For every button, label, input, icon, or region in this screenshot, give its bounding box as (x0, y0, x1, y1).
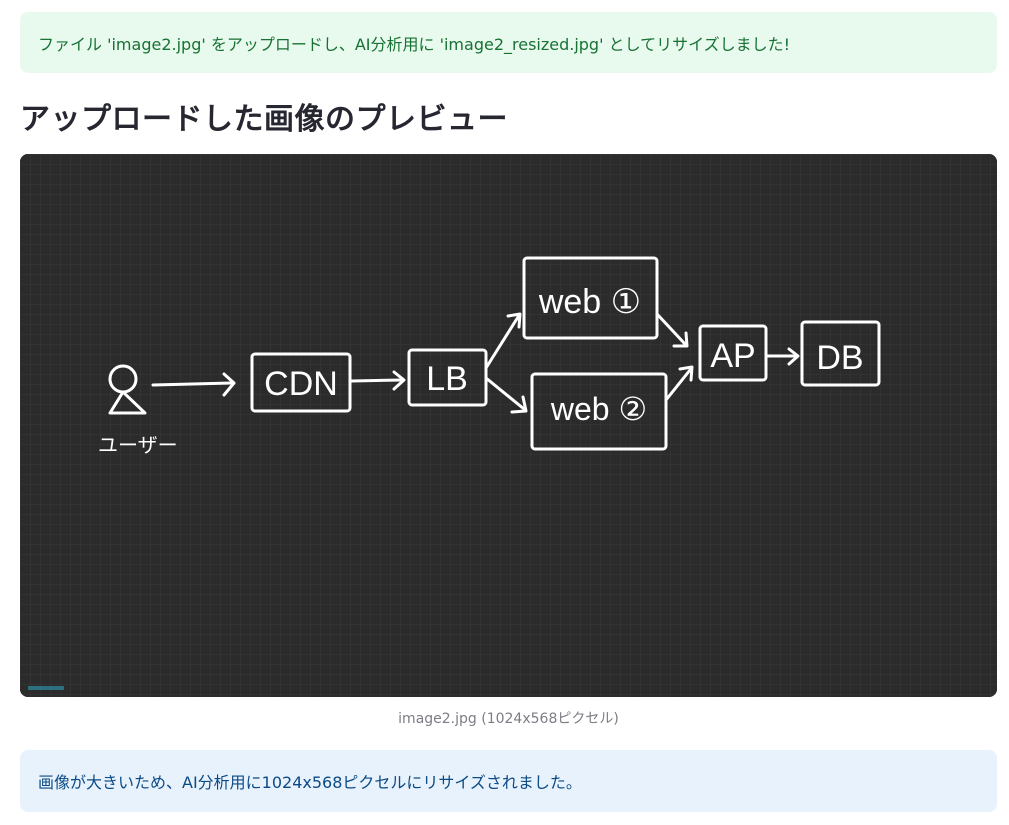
web2-label: web ② (550, 391, 647, 427)
web1-label: web ① (538, 283, 641, 321)
success-alert: ファイル 'image2.jpg' をアップロードし、AI分析用に 'image… (20, 12, 997, 73)
db-label: DB (816, 339, 863, 377)
info-message: 画像が大きいため、AI分析用に1024x568ピクセルにリサイズされました。 (38, 773, 582, 792)
watermark-mark (28, 686, 64, 690)
success-message: ファイル 'image2.jpg' をアップロードし、AI分析用に 'image… (38, 34, 791, 54)
image-preview: ユーザー CDN LB web ① web ② AP DB (20, 154, 997, 697)
page-title: アップロードした画像のプレビュー (20, 102, 508, 137)
whiteboard-drawing: ユーザー CDN LB web ① web ② AP DB (20, 154, 997, 697)
ap-label: AP (710, 337, 755, 375)
user-label: ユーザー (98, 435, 178, 457)
lb-label: LB (426, 360, 468, 398)
info-alert: 画像が大きいため、AI分析用に1024x568ピクセルにリサイズされました。 (20, 750, 997, 812)
cdn-label: CDN (264, 365, 338, 403)
image-caption: image2.jpg (1024x568ピクセル) (398, 711, 619, 727)
